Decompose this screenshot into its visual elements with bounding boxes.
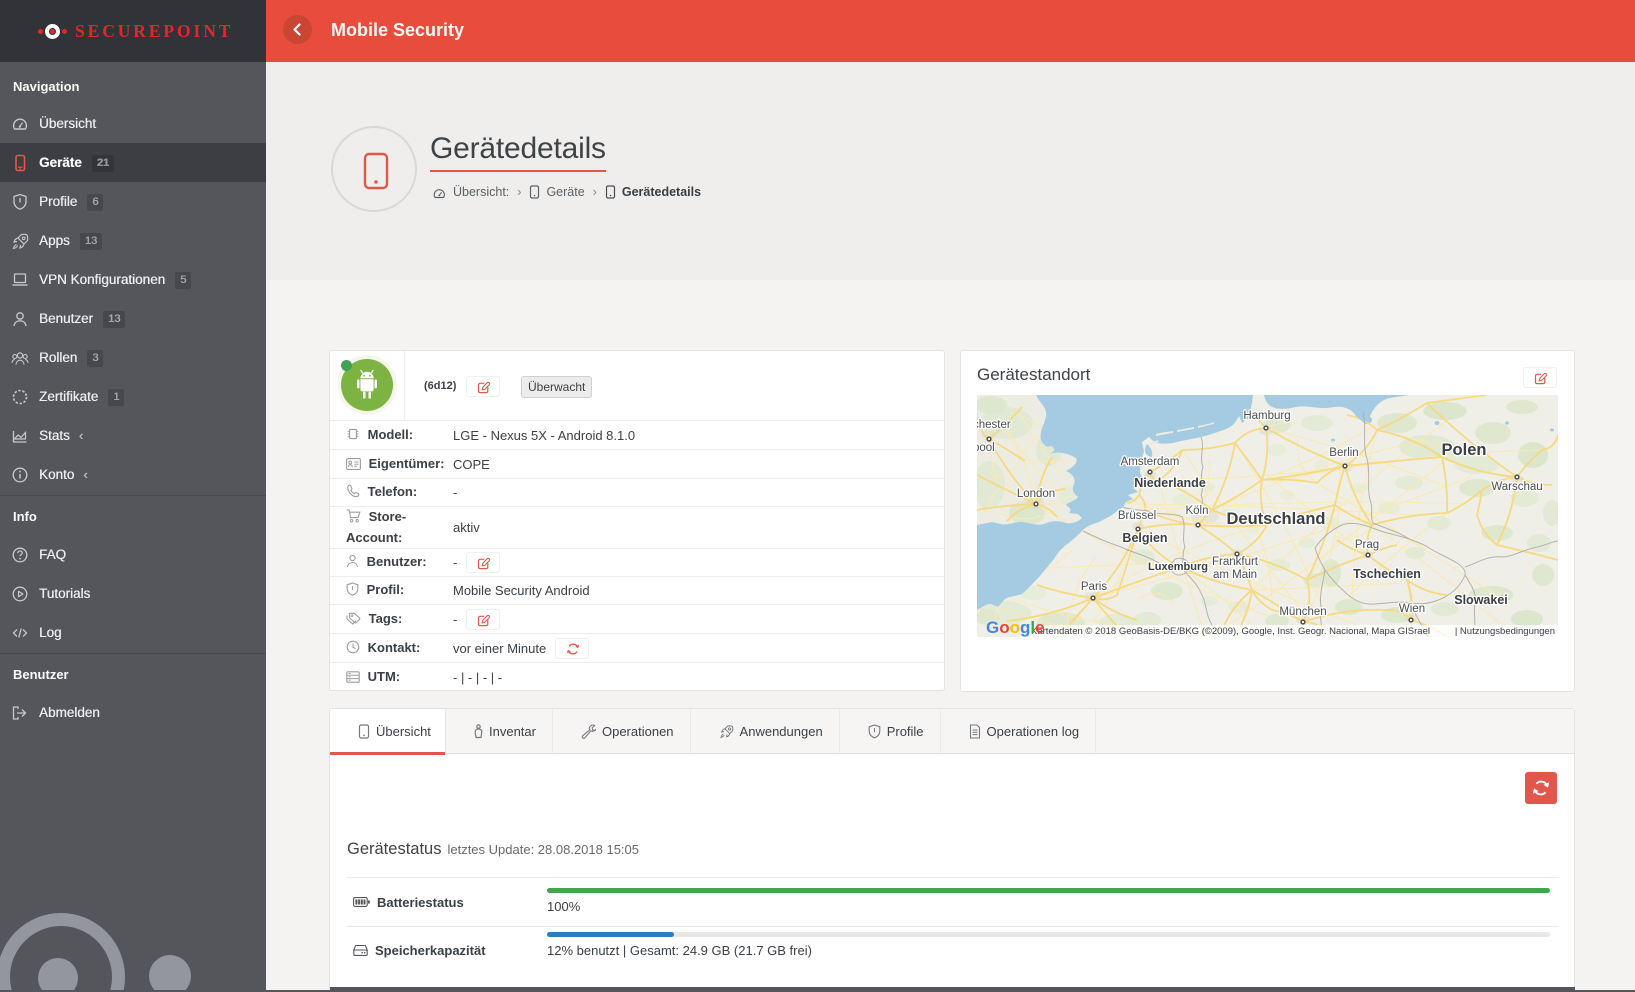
svg-text:Berlin: Berlin (1329, 447, 1358, 459)
svg-text:Paris: Paris (1081, 581, 1107, 593)
svg-text:pool: pool (977, 442, 995, 454)
svg-text:Niederlande: Niederlande (1134, 476, 1206, 490)
svg-text:Amsterdam: Amsterdam (1121, 456, 1180, 468)
svg-text:Google: Google (986, 618, 1045, 637)
svg-text:Brüssel: Brüssel (1118, 510, 1156, 522)
svg-text:Slowakei: Slowakei (1454, 593, 1508, 607)
svg-text:Prag: Prag (1355, 539, 1379, 551)
svg-text:Warschau: Warschau (1491, 481, 1542, 493)
svg-text:| Nutzungsbedingungen: | Nutzungsbedingungen (1455, 626, 1555, 637)
svg-text:Belgien: Belgien (1122, 531, 1167, 545)
svg-text:Hamburg: Hamburg (1243, 410, 1290, 422)
svg-text:Frankfurt: Frankfurt (1212, 556, 1259, 568)
svg-text:Tschechien: Tschechien (1353, 567, 1421, 581)
svg-text:Luxemburg: Luxemburg (1148, 561, 1208, 573)
svg-text:Wien: Wien (1399, 603, 1425, 615)
svg-text:am Main: am Main (1213, 569, 1257, 581)
svg-text:Köln: Köln (1185, 505, 1208, 517)
svg-text:Kartendaten © 2018 GeoBasis-DE: Kartendaten © 2018 GeoBasis-DE/BKG (©200… (1031, 626, 1430, 637)
svg-text:München: München (1279, 606, 1326, 618)
svg-text:chester: chester (977, 419, 1011, 431)
svg-text:Polen: Polen (1442, 441, 1487, 459)
svg-text:London: London (1017, 488, 1055, 500)
svg-text:Deutschland: Deutschland (1226, 510, 1325, 528)
